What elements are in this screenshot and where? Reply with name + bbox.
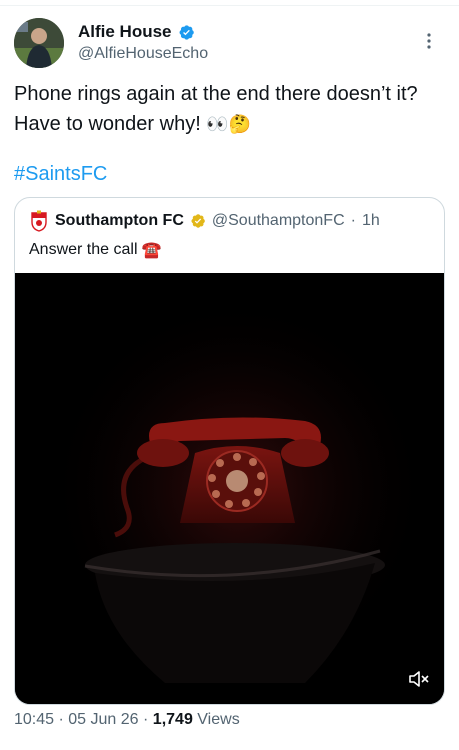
tweet-date[interactable]: 05 Jun 26: [68, 711, 138, 728]
tweet-header: Alfie House @AlfieHouseEcho: [14, 18, 445, 70]
thinking-face-emoji-icon: 🤔: [228, 114, 252, 134]
mute-volume-icon[interactable]: [408, 670, 430, 688]
verified-organization-badge-icon: [191, 214, 205, 228]
verified-badge-icon: [179, 24, 194, 40]
avatar-image: [14, 18, 64, 68]
views-label: Views: [197, 711, 240, 728]
southampton-crest-icon: [31, 210, 47, 232]
quoted-video-player[interactable]: [15, 273, 444, 704]
quoted-separator: ·: [350, 212, 356, 229]
tweet-metadata: 10:45 · 05 Jun 26 · 1,749 Views: [14, 711, 240, 729]
tweet-time[interactable]: 10:45: [14, 711, 54, 728]
quoted-tweet-header: Southampton FC @SouthamptonFC · 1h: [29, 210, 380, 232]
tweet-text: Phone rings again at the end there doesn…: [14, 79, 444, 139]
telephone-emoji-icon: ☎️: [141, 242, 162, 259]
red-rotary-telephone-image: [15, 273, 444, 704]
author-avatar[interactable]: [14, 18, 64, 68]
views-count[interactable]: 1,749: [153, 711, 193, 728]
eyes-emoji-icon: 👀: [206, 114, 229, 134]
author-handle[interactable]: @AlfieHouseEcho: [78, 45, 208, 63]
quoted-tweet-text: Answer the call ☎️: [29, 240, 161, 260]
quoted-handle[interactable]: @SouthamptonFC: [212, 212, 345, 230]
meta-separator: ·: [58, 711, 64, 728]
top-divider: [0, 0, 459, 6]
hashtag-link[interactable]: #SaintsFC: [14, 163, 107, 186]
author-display-name[interactable]: Alfie House: [78, 22, 172, 42]
quoted-timestamp[interactable]: 1h: [362, 212, 380, 230]
quoted-text-content: Answer the call: [29, 241, 138, 258]
quoted-display-name[interactable]: Southampton FC: [55, 212, 184, 230]
quoted-tweet-card[interactable]: Southampton FC @SouthamptonFC · 1h Answe…: [14, 197, 445, 705]
meta-separator: ·: [143, 711, 149, 728]
more-options-icon[interactable]: [419, 26, 439, 56]
